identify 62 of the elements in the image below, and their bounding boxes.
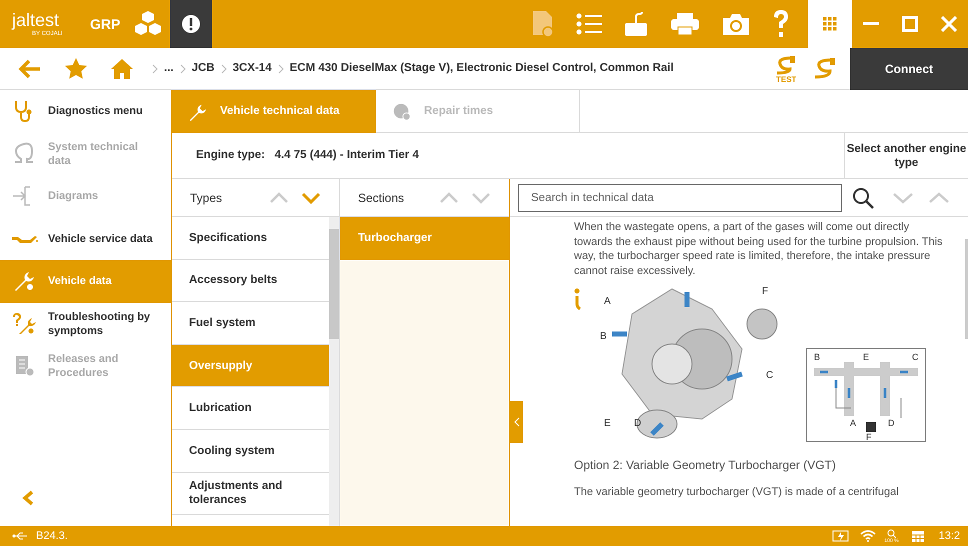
chevron-up-icon[interactable] (928, 192, 950, 204)
sidebar-item[interactable]: Vehicle service data (0, 218, 171, 260)
version-label: B24.3. (36, 528, 68, 544)
chevron-down-icon[interactable] (301, 192, 321, 204)
product-label: GRP (90, 14, 122, 34)
zoom-icon (886, 528, 896, 538)
printer-icon[interactable] (670, 12, 700, 36)
connect-button[interactable]: Connect (850, 48, 968, 90)
maximize-icon[interactable] (902, 16, 918, 32)
exclamation-icon (181, 14, 201, 34)
close-icon[interactable] (940, 16, 957, 32)
app-logo: jaltest (12, 10, 60, 30)
scrollbar[interactable] (329, 217, 339, 526)
chevron-up-icon[interactable] (269, 192, 289, 204)
breadcrumb-link[interactable]: ECM 430 DieselMax (Stage V), Electronic Diesel Control, Common Rail (290, 60, 674, 78)
home-icon[interactable] (110, 58, 134, 80)
sidebar-item[interactable]: Diagnostics menu (0, 90, 171, 132)
cable-icon[interactable] (812, 56, 836, 80)
search-icon[interactable] (852, 186, 874, 208)
sidebar-item[interactable]: Troubleshooting by symptoms (0, 302, 171, 345)
chevron-left-icon (514, 417, 520, 427)
apps-grid-icon[interactable] (823, 17, 837, 31)
chevron-down-icon[interactable] (471, 192, 491, 204)
scrollbar[interactable] (965, 239, 968, 339)
oil-can-icon (12, 234, 38, 244)
sections-header: Sections (358, 190, 406, 206)
usb-icon (12, 532, 28, 540)
battery-charging-icon (832, 530, 850, 542)
alert-button[interactable] (170, 0, 212, 48)
engine-type-label: Engine type: 4.4 75 (444) - Interim Tier 4 (195, 148, 420, 163)
search-field[interactable]: Search in technical data (518, 184, 842, 212)
chevron-down-icon[interactable] (892, 192, 914, 204)
select-engine-button[interactable]: Select another engine type (844, 132, 968, 178)
section-heading: Option 2: Variable Geometry Turbocharger (VGT) (574, 458, 837, 472)
types-header: Types (190, 190, 224, 206)
breadcrumb-link[interactable]: JCB (192, 60, 215, 78)
wifi-icon (860, 530, 876, 542)
chevron-right-icon (152, 64, 158, 74)
cubes-icon[interactable] (134, 10, 162, 38)
info-icon[interactable] (572, 288, 582, 310)
calendar-icon (910, 529, 925, 543)
turbocharger-drawing: F A B C E D (592, 284, 802, 444)
chevron-right-icon (278, 64, 284, 74)
list-icon[interactable] (576, 12, 602, 36)
chevron-right-icon (220, 64, 227, 74)
expand-panel-tab[interactable] (510, 401, 523, 443)
document-view-icon[interactable] (532, 10, 554, 38)
clock-time: 13:2 (938, 528, 960, 544)
breadcrumb-link[interactable]: 3CX-14 (232, 60, 272, 78)
chevron-up-icon[interactable] (439, 192, 459, 204)
turbo-schematic-drawing: B E C A D F (806, 348, 926, 442)
help-icon[interactable] (772, 9, 790, 39)
star-icon[interactable] (64, 56, 88, 80)
minimize-icon[interactable] (863, 22, 880, 26)
camera-icon[interactable] (722, 12, 750, 36)
question-wrench-icon (12, 312, 38, 336)
paragraph: When the wastegate opens, a part of the gases will come out directly towards the exhaust pipe without being used for the turbine propulsion. This way, the turbocharger speed rate is limited, therefore, the intake pressure cannot raise excessively. (574, 220, 944, 278)
breadcrumb-link[interactable]: ... (164, 60, 174, 78)
back-arrow-icon[interactable] (18, 58, 42, 78)
paragraph: The variable geometry turbocharger (VGT) is made of a centrifugal (574, 484, 900, 499)
chevron-right-icon (180, 64, 186, 74)
collapse-chevron-icon[interactable] (22, 490, 34, 506)
